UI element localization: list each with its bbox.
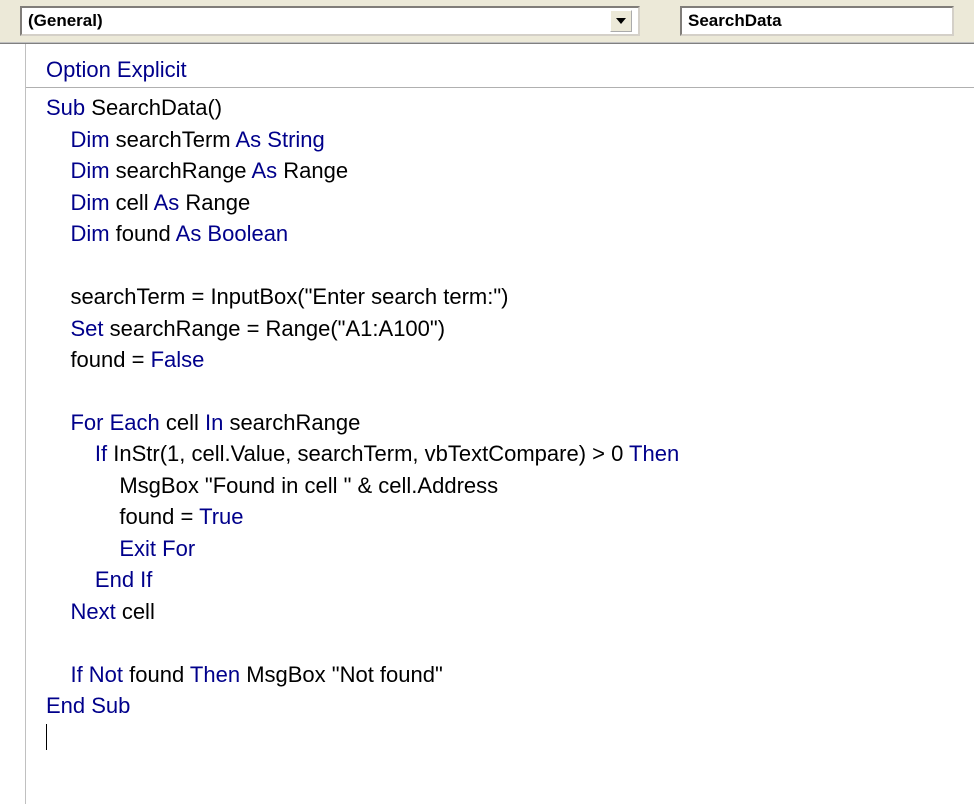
code-line: Dim searchRange As Range xyxy=(46,155,974,186)
dropdown-toolbar: (General) SearchData xyxy=(0,0,974,43)
declaration-divider xyxy=(26,87,974,88)
code-token: SearchData() xyxy=(85,95,222,120)
code-line: If InStr(1, cell.Value, searchTerm, vbTe… xyxy=(46,438,974,469)
chevron-down-icon[interactable] xyxy=(610,10,632,32)
code-token xyxy=(46,316,70,341)
code-token: Range xyxy=(179,190,250,215)
keyword-token: As String xyxy=(236,127,325,152)
code-token: MsgBox "Not found" xyxy=(240,662,443,687)
code-line: found = False xyxy=(46,344,974,375)
code-token xyxy=(46,410,70,435)
code-token xyxy=(46,662,70,687)
code-token xyxy=(46,158,70,183)
keyword-token: Dim xyxy=(70,221,109,246)
code-line xyxy=(46,250,974,281)
code-line: Dim cell As Range xyxy=(46,187,974,218)
keyword-token: If xyxy=(95,441,107,466)
keyword-token: End If xyxy=(95,567,152,592)
keyword-token: Then xyxy=(629,441,679,466)
code-token xyxy=(46,190,70,215)
code-line: found = True xyxy=(46,501,974,532)
keyword-token: Then xyxy=(190,662,240,687)
code-line: Dim found As Boolean xyxy=(46,218,974,249)
code-token: InStr(1, cell.Value, searchTerm, vbTextC… xyxy=(107,441,629,466)
code-line xyxy=(46,376,974,407)
editor-margin xyxy=(0,44,26,804)
code-token: MsgBox "Found in cell " & cell.Address xyxy=(46,473,498,498)
keyword-token: True xyxy=(199,504,243,529)
procedure-dropdown[interactable]: SearchData xyxy=(680,6,954,36)
keyword-token: Set xyxy=(70,316,103,341)
code-line: searchTerm = InputBox("Enter search term… xyxy=(46,281,974,312)
code-line: If Not found Then MsgBox "Not found" xyxy=(46,659,974,690)
code-token xyxy=(46,630,70,655)
code-token: found = xyxy=(46,347,151,372)
procedure-dropdown-value: SearchData xyxy=(688,11,782,31)
code-token: found xyxy=(123,662,190,687)
code-token: Range xyxy=(277,158,348,183)
code-line: Dim searchTerm As String xyxy=(46,124,974,155)
code-token: found xyxy=(110,221,176,246)
keyword-token: End Sub xyxy=(46,693,130,718)
keyword-token: In xyxy=(205,410,223,435)
code-line: Set searchRange = Range("A1:A100") xyxy=(46,313,974,344)
code-editor[interactable]: Option Explicit Sub SearchData() Dim sear… xyxy=(0,43,974,804)
code-token xyxy=(46,536,119,561)
code-line: MsgBox "Found in cell " & cell.Address xyxy=(46,470,974,501)
code-token xyxy=(46,567,95,592)
object-dropdown[interactable]: (General) xyxy=(20,6,640,36)
keyword-token: As xyxy=(251,158,277,183)
keyword-token: For Each xyxy=(70,410,159,435)
keyword-token: If Not xyxy=(70,662,123,687)
keyword-token: Dim xyxy=(70,158,109,183)
code-token: cell xyxy=(110,190,154,215)
code-line xyxy=(46,627,974,658)
keyword-token: False xyxy=(151,347,205,372)
code-token: searchRange xyxy=(110,158,252,183)
code-token xyxy=(46,599,70,624)
keyword-token: Option Explicit xyxy=(46,57,187,82)
code-line: Sub SearchData() xyxy=(46,92,974,123)
code-token: searchTerm = InputBox("Enter search term… xyxy=(46,284,509,309)
code-token: cell xyxy=(160,410,205,435)
code-token: found = xyxy=(46,504,199,529)
code-token: searchTerm xyxy=(110,127,236,152)
code-line: End If xyxy=(46,564,974,595)
code-line: Next cell xyxy=(46,596,974,627)
keyword-token: Exit For xyxy=(119,536,195,561)
code-area[interactable]: Option Explicit Sub SearchData() Dim sear… xyxy=(26,44,974,804)
code-token xyxy=(46,127,70,152)
keyword-token: As xyxy=(154,190,180,215)
code-token xyxy=(46,253,70,278)
code-line: Exit For xyxy=(46,533,974,564)
code-token: searchRange xyxy=(223,410,360,435)
object-dropdown-value: (General) xyxy=(28,11,103,31)
code-token: searchRange = Range("A1:A100") xyxy=(103,316,445,341)
code-token: cell xyxy=(116,599,155,624)
code-line xyxy=(46,722,974,753)
code-line: Option Explicit xyxy=(46,54,974,85)
keyword-token: As Boolean xyxy=(176,221,289,246)
keyword-token: Next xyxy=(70,599,115,624)
text-cursor xyxy=(46,724,47,750)
keyword-token: Dim xyxy=(70,190,109,215)
keyword-token: Sub xyxy=(46,95,85,120)
code-line: For Each cell In searchRange xyxy=(46,407,974,438)
code-token xyxy=(46,379,70,404)
code-token xyxy=(46,221,70,246)
code-line: End Sub xyxy=(46,690,974,721)
code-token xyxy=(46,441,95,466)
keyword-token: Dim xyxy=(70,127,109,152)
